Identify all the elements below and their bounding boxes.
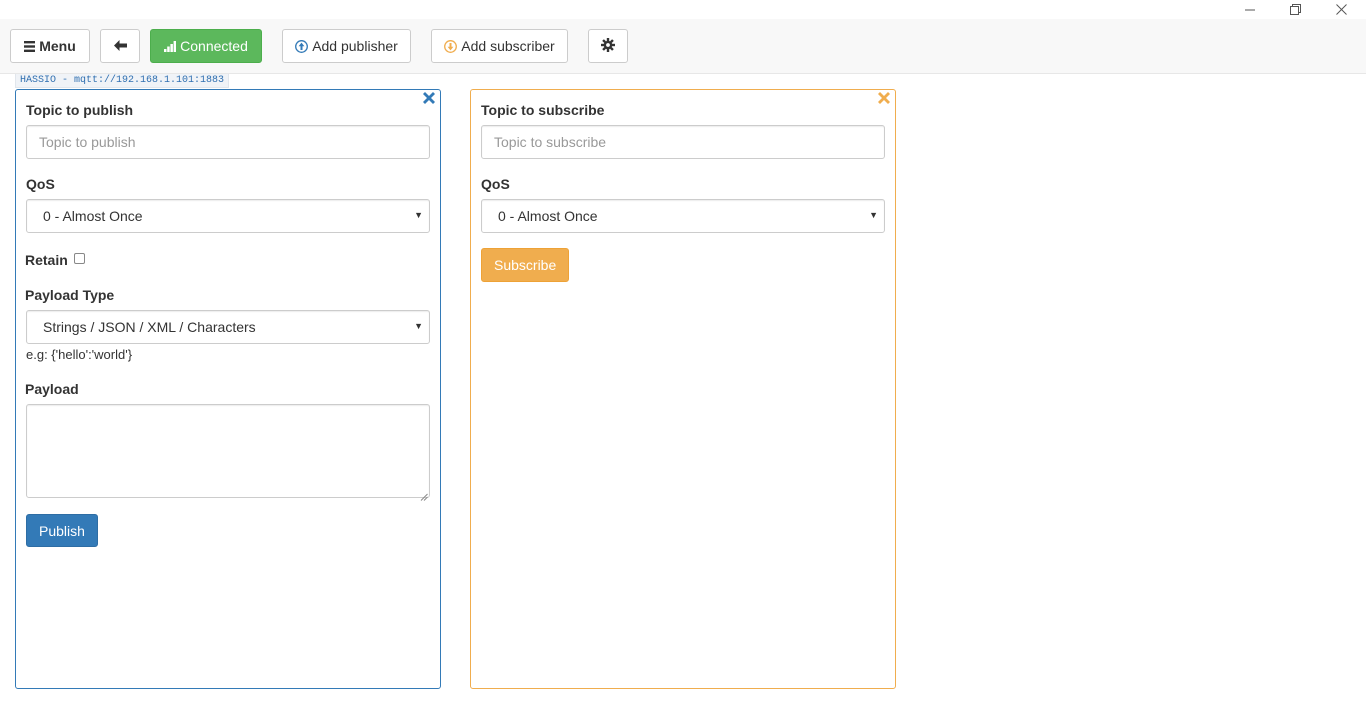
qos-subscribe-label: QoS [481, 176, 510, 192]
close-publisher-icon[interactable] [422, 91, 436, 105]
payload-type-value: Strings / JSON / XML / Characters [43, 319, 256, 335]
payload-label: Payload [25, 381, 79, 397]
toolbar: Menu Connected Add publisher Add subscri… [0, 19, 1366, 74]
resize-grip-icon[interactable] [420, 488, 428, 501]
qos-publish-value: 0 - Almost Once [43, 208, 143, 224]
subscriber-panel: Topic to subscribe Topic to subscribe Qo… [470, 89, 896, 689]
back-button[interactable] [100, 29, 140, 63]
retain-checkbox[interactable] [74, 253, 85, 264]
publisher-panel: Topic to publish Topic to publish QoS 0 … [15, 89, 441, 689]
retain-label: Retain [25, 252, 68, 268]
topic-subscribe-placeholder: Topic to subscribe [494, 134, 607, 150]
chevron-down-icon: ▼ [869, 210, 878, 220]
connection-label: HASSIO - mqtt://192.168.1.101:1883 [15, 74, 230, 88]
qos-subscribe-select[interactable]: 0 - Almost Once ▼ [481, 199, 885, 233]
add-publisher-label: Add publisher [312, 38, 398, 54]
topic-publish-input[interactable]: Topic to publish [26, 125, 430, 159]
menu-label: Menu [39, 38, 76, 54]
topic-subscribe-input[interactable]: Topic to subscribe [481, 125, 885, 159]
minimize-icon[interactable] [1227, 0, 1273, 19]
restore-icon[interactable] [1272, 0, 1318, 19]
connected-button[interactable]: Connected [150, 29, 262, 63]
qos-subscribe-value: 0 - Almost Once [498, 208, 598, 224]
publish-button[interactable]: Publish [26, 514, 98, 547]
topic-subscribe-label: Topic to subscribe [481, 102, 605, 118]
add-subscriber-button[interactable]: Add subscriber [431, 29, 568, 63]
chevron-down-icon: ▼ [414, 321, 423, 331]
arrow-circle-up-icon [295, 39, 309, 53]
payload-textarea[interactable] [26, 404, 430, 501]
payload-type-select[interactable]: Strings / JSON / XML / Characters ▼ [26, 310, 430, 344]
signal-icon [164, 40, 177, 52]
subscribe-button[interactable]: Subscribe [481, 248, 570, 282]
menu-button[interactable]: Menu [10, 29, 90, 63]
qos-publish-select[interactable]: 0 - Almost Once ▼ [26, 199, 430, 233]
settings-button[interactable] [588, 29, 628, 63]
close-subscriber-icon[interactable] [877, 91, 891, 105]
topic-publish-label: Topic to publish [26, 102, 134, 118]
add-subscriber-label: Add subscriber [461, 38, 555, 54]
close-icon[interactable] [1318, 0, 1364, 19]
topic-publish-placeholder: Topic to publish [39, 134, 136, 150]
qos-publish-label: QoS [26, 176, 55, 192]
arrow-circle-down-icon [444, 39, 458, 53]
payload-type-label: Payload Type [25, 287, 115, 303]
payload-hint: e.g: {'hello':'world'} [26, 347, 133, 362]
window-titlebar [0, 0, 1366, 19]
add-publisher-button[interactable]: Add publisher [282, 29, 411, 63]
gear-icon [601, 37, 615, 55]
arrow-left-icon [113, 38, 127, 54]
connected-label: Connected [180, 38, 248, 54]
chevron-down-icon: ▼ [414, 210, 423, 220]
hamburger-icon [24, 40, 36, 52]
